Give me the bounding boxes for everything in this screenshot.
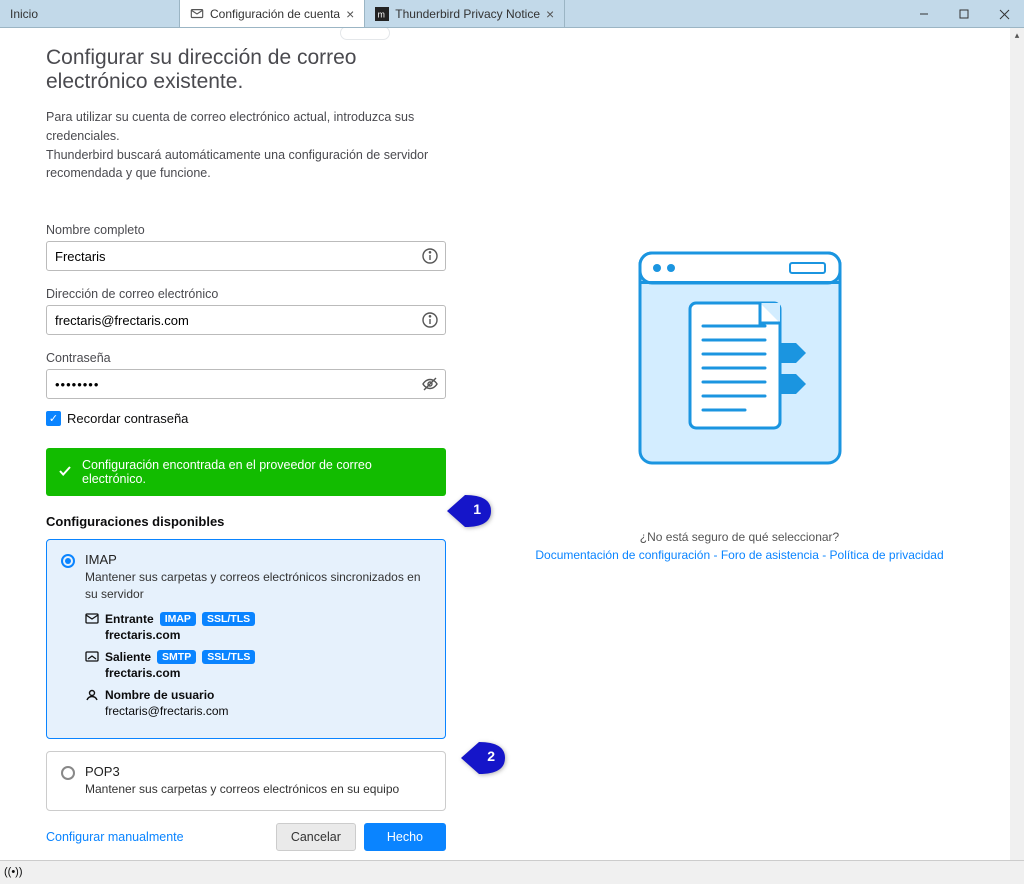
password-input[interactable]: [46, 369, 446, 399]
annotation-marker-1: 1: [447, 495, 491, 527]
email-input[interactable]: [46, 305, 446, 335]
outgoing-label: Saliente: [105, 650, 151, 664]
svg-text:m: m: [378, 9, 385, 19]
minimize-button[interactable]: [904, 0, 944, 28]
close-icon[interactable]: ×: [546, 6, 554, 22]
remember-checkbox-row[interactable]: ✓ Recordar contraseña: [46, 411, 455, 426]
success-banner: Configuración encontrada en el proveedor…: [46, 448, 446, 496]
page-title: Configurar su dirección de correo electr…: [46, 46, 455, 94]
radio-button[interactable]: [61, 766, 75, 780]
cloud-decor: [340, 28, 390, 40]
info-icon[interactable]: [421, 311, 439, 329]
outbox-icon: [85, 651, 99, 663]
security-badge: SSL/TLS: [202, 612, 255, 626]
tab-label: Thunderbird Privacy Notice: [395, 7, 540, 21]
done-button[interactable]: Hecho: [364, 823, 446, 851]
help-links: Documentación de configuración - Foro de…: [535, 548, 943, 562]
marker-number: 1: [473, 501, 481, 517]
close-window-button[interactable]: [984, 0, 1024, 28]
status-bar: ((•)): [0, 860, 1024, 882]
maximize-button[interactable]: [944, 0, 984, 28]
tab-inicio[interactable]: Inicio: [0, 0, 180, 27]
name-input-field[interactable]: [55, 249, 413, 264]
button-row: Configurar manualmente Cancelar Hecho: [46, 823, 446, 851]
inbox-icon: [85, 613, 99, 625]
protocol-name: POP3: [85, 764, 431, 779]
username-label: Nombre de usuario: [105, 688, 214, 702]
protocol-desc: Mantener sus carpetas y correos electrón…: [85, 569, 431, 604]
protocol-desc: Mantener sus carpetas y correos electrón…: [85, 781, 431, 798]
window-controls: [904, 0, 1024, 28]
incoming-label: Entrante: [105, 612, 154, 626]
password-input-field[interactable]: [55, 377, 413, 392]
moz-icon: m: [375, 7, 389, 21]
cancel-button[interactable]: Cancelar: [276, 823, 356, 851]
checkbox-checked-icon[interactable]: ✓: [46, 411, 61, 426]
protocol-name: IMAP: [85, 552, 431, 567]
broadcast-icon[interactable]: ((•)): [4, 866, 23, 878]
eye-off-icon[interactable]: [421, 375, 439, 393]
help-question: ¿No está seguro de qué seleccionar?: [640, 530, 839, 544]
annotation-marker-2: 2: [461, 742, 505, 774]
protocol-option-pop3[interactable]: POP3 Mantener sus carpetas y correos ele…: [46, 751, 446, 811]
success-text: Configuración encontrada en el proveedor…: [82, 458, 434, 486]
forum-link[interactable]: Foro de asistencia: [721, 548, 819, 562]
available-heading: Configuraciones disponibles: [46, 514, 455, 529]
mail-illustration: [635, 248, 845, 468]
marker-number: 2: [487, 748, 495, 764]
protocol-option-imap[interactable]: IMAP Mantener sus carpetas y correos ele…: [46, 539, 446, 739]
email-input-field[interactable]: [55, 313, 413, 328]
email-label: Dirección de correo electrónico: [46, 287, 455, 301]
tab-label: Configuración de cuenta: [210, 7, 340, 21]
radio-button-selected[interactable]: [61, 554, 75, 568]
name-input[interactable]: [46, 241, 446, 271]
proto-badge: SMTP: [157, 650, 196, 664]
page-subtitle: Para utilizar su cuenta de correo electr…: [46, 108, 455, 183]
settings-mail-icon: [190, 7, 204, 21]
scroll-up-icon[interactable]: ▴: [1010, 28, 1024, 42]
incoming-host: frectaris.com: [105, 628, 431, 642]
illustration-column: ¿No está seguro de qué seleccionar? Docu…: [455, 28, 1024, 860]
tab-label: Inicio: [10, 7, 169, 21]
tab-privacy-notice[interactable]: m Thunderbird Privacy Notice ×: [365, 0, 565, 27]
tab-bar: Inicio Configuración de cuenta × m Thund…: [0, 0, 1024, 28]
checkmark-icon: [58, 464, 72, 481]
close-icon[interactable]: ×: [346, 6, 354, 22]
tab-account-settings[interactable]: Configuración de cuenta ×: [180, 0, 365, 27]
proto-badge: IMAP: [160, 612, 196, 626]
username-value: frectaris@frectaris.com: [105, 704, 431, 718]
password-label: Contraseña: [46, 351, 455, 365]
outgoing-host: frectaris.com: [105, 666, 431, 680]
scrollbar[interactable]: ▴: [1010, 28, 1024, 860]
doc-link[interactable]: Documentación de configuración: [535, 548, 710, 562]
security-badge: SSL/TLS: [202, 650, 255, 664]
privacy-link[interactable]: Política de privacidad: [830, 548, 944, 562]
remember-label: Recordar contraseña: [67, 411, 188, 426]
name-label: Nombre completo: [46, 223, 455, 237]
content: Configurar su dirección de correo electr…: [0, 28, 1024, 860]
user-icon: [85, 689, 99, 701]
configure-manually-link[interactable]: Configurar manualmente: [46, 830, 184, 844]
form-column: Configurar su dirección de correo electr…: [0, 28, 455, 860]
info-icon[interactable]: [421, 247, 439, 265]
